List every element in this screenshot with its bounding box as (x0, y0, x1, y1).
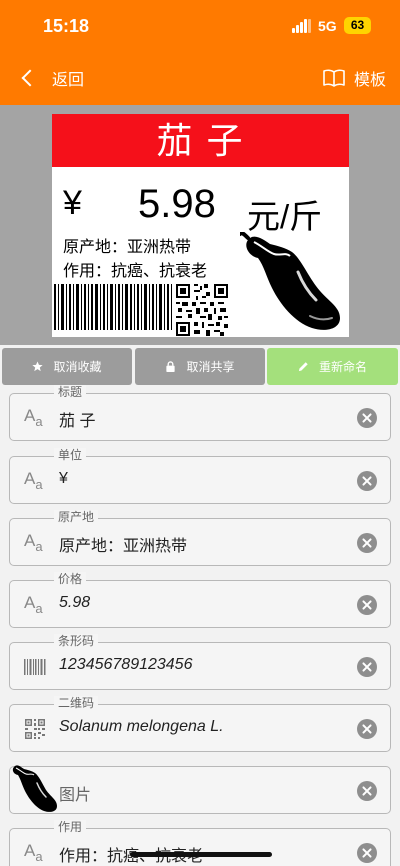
field-value[interactable]: ¥ (59, 470, 68, 488)
qrcode-icon (25, 719, 45, 739)
eggplant-image (12, 765, 58, 812)
network-type: 5G (318, 18, 337, 34)
field-value[interactable]: Solanum melongena L. (59, 718, 224, 736)
clear-icon[interactable] (357, 843, 377, 863)
field-qrcode[interactable]: 二维码 Solanum melongena L. (9, 696, 391, 752)
label-preview: 茄 子 ¥ 5.98 元/斤 原产地：亚洲热带 作用：抗癌、抗衰老 (0, 105, 400, 345)
label-title: 茄 子 (52, 114, 349, 167)
field-legend: 单位 (54, 448, 87, 462)
qrcode-image (176, 284, 228, 336)
field-barcode[interactable]: 条形码 123456789123456 (9, 634, 391, 690)
clear-icon[interactable] (357, 471, 377, 491)
label-use: 作用：抗癌、抗衰老 (63, 263, 208, 280)
nav-bar: 返回 模板 (0, 52, 400, 105)
text-icon: Aa (24, 469, 43, 492)
text-icon: Aa (24, 841, 43, 864)
field-legend: 原产地 (54, 510, 99, 524)
field-value[interactable]: 5.98 (59, 594, 90, 612)
clear-icon[interactable] (357, 657, 377, 677)
label-origin: 原产地：亚洲热带 (63, 239, 192, 256)
barcode-image (54, 284, 172, 330)
clear-icon[interactable] (357, 719, 377, 739)
text-icon: Aa (24, 593, 43, 616)
field-legend: 条形码 (54, 634, 99, 648)
price-label-card[interactable]: 茄 子 ¥ 5.98 元/斤 原产地：亚洲热带 作用：抗癌、抗衰老 (52, 114, 349, 337)
field-value[interactable]: 123456789123456 (59, 656, 192, 674)
field-price[interactable]: 价格 Aa 5.98 (9, 572, 391, 628)
unfavorite-button[interactable]: 取消收藏 (2, 348, 132, 385)
eggplant-image (240, 232, 340, 330)
template-button[interactable]: 模板 (323, 65, 386, 91)
clear-icon[interactable] (357, 408, 377, 428)
home-indicator (130, 852, 272, 857)
barcode-icon (24, 659, 46, 675)
field-legend: 标题 (54, 385, 87, 399)
pencil-icon (298, 362, 308, 372)
field-unit[interactable]: 单位 Aa ¥ (9, 448, 391, 504)
header: 15:18 5G 63 返回 模板 (0, 0, 400, 105)
rename-button[interactable]: 重新命名 (267, 348, 398, 385)
unshare-button[interactable]: 取消共享 (135, 348, 265, 385)
field-title[interactable]: 标题 Aa 茄 子 (9, 385, 391, 441)
unfavorite-label: 取消收藏 (53, 360, 102, 374)
field-origin[interactable]: 原产地 Aa 原产地：亚洲热带 (9, 510, 391, 566)
battery-icon: 63 (344, 17, 371, 34)
signal-icon (292, 19, 312, 33)
chevron-left-icon (21, 69, 39, 87)
label-currency: ¥ (63, 184, 82, 222)
field-legend: 价格 (54, 572, 87, 586)
clear-icon[interactable] (357, 533, 377, 553)
text-icon: Aa (24, 406, 43, 429)
clear-icon[interactable] (357, 595, 377, 615)
field-legend: 作用 (54, 820, 87, 834)
rename-label: 重新命名 (318, 360, 367, 374)
field-legend: 二维码 (54, 696, 99, 710)
label-unit: 元/斤 (247, 198, 323, 235)
status-time: 15:18 (43, 16, 90, 36)
field-image[interactable]: 图片 (9, 765, 391, 814)
back-button[interactable]: 返回 (18, 65, 84, 91)
action-bar: 取消收藏 取消共享 重新命名 (0, 346, 400, 386)
text-icon: Aa (24, 531, 43, 554)
field-value[interactable]: 原产地：亚洲热带 (59, 532, 187, 556)
unshare-label: 取消共享 (186, 360, 235, 374)
star-icon (32, 361, 44, 372)
book-icon (323, 69, 345, 87)
label-price: 5.98 (138, 182, 216, 226)
image-label: 图片 (59, 787, 92, 804)
field-value[interactable]: 茄 子 (59, 407, 95, 431)
back-label: 返回 (52, 72, 85, 89)
status-bar: 15:18 5G 63 (0, 0, 400, 52)
field-use[interactable]: 作用 Aa 作用：抗癌、抗衰老 (9, 820, 391, 866)
clear-icon[interactable] (357, 781, 377, 801)
lock-icon (166, 361, 176, 372)
template-label: 模板 (353, 72, 386, 89)
